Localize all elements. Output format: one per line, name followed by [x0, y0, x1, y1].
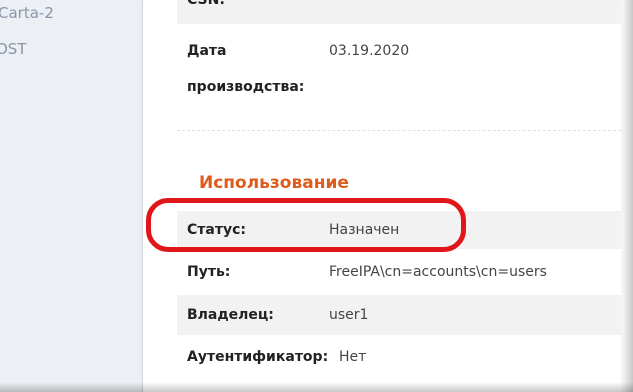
manufacture-date-label-line2: производства: — [187, 79, 305, 95]
sidebar: Carta-2 OST — [0, 0, 143, 392]
device-details-panel: CSN: Дата производства: 03.19.2020 Испол… — [143, 0, 621, 392]
section-divider — [177, 130, 621, 131]
status-highlight-ellipse — [146, 198, 466, 252]
authenticator-label: Аутентификатор: — [187, 349, 329, 365]
csn-label: CSN: — [187, 0, 225, 8]
owner-row: Владелец: user1 — [177, 295, 621, 335]
path-row: Путь: FreeIPA\cn=accounts\cn=users — [177, 256, 621, 290]
usage-section-title: Использование — [199, 173, 349, 193]
sidebar-item-ost[interactable]: OST — [0, 40, 27, 58]
path-value: FreeIPA\cn=accounts\cn=users — [329, 264, 547, 280]
sidebar-item-carta[interactable]: Carta-2 — [0, 4, 54, 22]
right-shadow — [621, 0, 633, 392]
manufacture-date-row: Дата производства: 03.19.2020 — [177, 34, 621, 104]
path-label: Путь: — [187, 264, 231, 280]
manufacture-date-value: 03.19.2020 — [329, 43, 410, 59]
authenticator-value: Нет — [339, 349, 367, 365]
authenticator-row: Аутентификатор: Нет — [177, 338, 621, 376]
csn-row: CSN: — [177, 0, 621, 24]
manufacture-date-label-line1: Дата — [187, 43, 227, 59]
owner-value: user1 — [329, 307, 369, 323]
owner-label: Владелец: — [187, 307, 274, 323]
bottom-shadow — [0, 382, 633, 392]
